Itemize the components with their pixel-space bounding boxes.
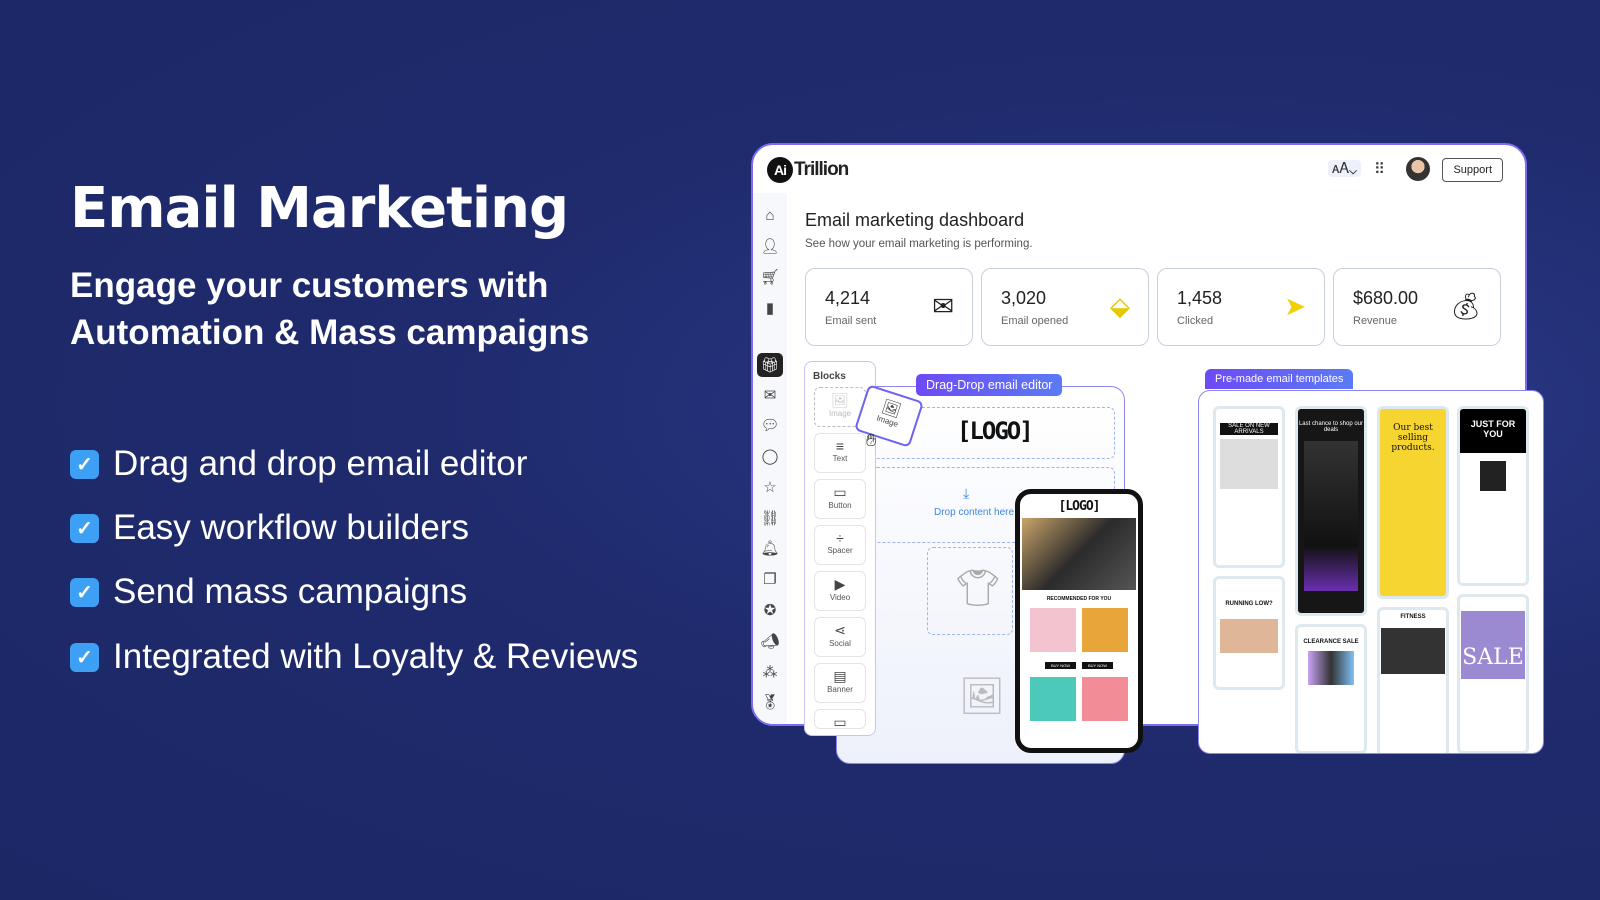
bell-icon[interactable]: 🔔︎ bbox=[760, 539, 780, 557]
badge-icon[interactable]: ✪ bbox=[760, 601, 780, 619]
stat-label: Clicked bbox=[1177, 315, 1214, 327]
template-card[interactable]: Last chance to shop our deals bbox=[1295, 406, 1367, 616]
grab-cursor-icon: ✋︎ bbox=[866, 430, 877, 450]
stat-label: Email opened bbox=[1001, 315, 1069, 327]
network-icon[interactable]: ⁂ bbox=[760, 663, 780, 681]
checkbox-icon: ✓ bbox=[70, 449, 99, 479]
logo-text: Trillion bbox=[794, 159, 849, 180]
checkbox-icon: ✓ bbox=[70, 642, 99, 672]
megaphone-icon[interactable]: 📣︎ bbox=[760, 632, 780, 650]
template-card[interactable]: FITNESS bbox=[1377, 607, 1449, 753]
phone-logo: [LOGO] bbox=[1058, 499, 1101, 514]
user-icon[interactable]: 👤︎ bbox=[760, 237, 780, 255]
cursor-click-icon: ➤ bbox=[1284, 291, 1306, 321]
page-subtitle: See how your email marketing is performi… bbox=[805, 238, 1033, 250]
stat-value: 1,458 bbox=[1177, 288, 1223, 308]
checkbox-icon: ✓ bbox=[70, 577, 99, 607]
feature-label: Easy workflow builders bbox=[113, 508, 469, 547]
block-button[interactable]: ▭ Button bbox=[814, 479, 866, 519]
block-video[interactable]: ▶ Video bbox=[814, 571, 866, 611]
chat-icon[interactable]: 💬︎ bbox=[760, 416, 780, 434]
feature-label: Drag and drop email editor bbox=[113, 444, 528, 483]
feature-item: ✓ Send mass campaigns bbox=[70, 572, 467, 612]
star-icon[interactable]: ☆ bbox=[760, 478, 780, 496]
feature-label: Integrated with Loyalty & Reviews bbox=[113, 637, 639, 676]
template-card[interactable]: JUST FOR YOU bbox=[1457, 406, 1529, 586]
logo: Ai Trillion bbox=[767, 157, 849, 183]
block-social[interactable]: ⋖ Social bbox=[814, 617, 866, 657]
mail-icon[interactable]: ✉ bbox=[760, 386, 780, 404]
hero-subtitle: Engage your customers with Automation & … bbox=[70, 266, 590, 352]
feature-item: ✓ Drag and drop email editor bbox=[70, 444, 527, 484]
logo-mark: Ai bbox=[767, 157, 793, 183]
hero-image bbox=[1022, 518, 1136, 590]
stat-value: 3,020 bbox=[1001, 288, 1047, 308]
page-title: Email marketing dashboard bbox=[805, 210, 1025, 230]
stat-card-revenue: $680.00 Revenue 💰︎ bbox=[1333, 268, 1501, 346]
block-more[interactable]: ▭ bbox=[814, 709, 866, 730]
home-icon[interactable]: ⌂ bbox=[760, 207, 780, 224]
templates-tag: Pre-made email templates bbox=[1205, 369, 1354, 389]
logo-placeholder: [LOGO] bbox=[957, 417, 1034, 445]
template-card[interactable]: CLEARANCE SALE bbox=[1295, 624, 1367, 753]
cart-icon[interactable]: 🛒︎ bbox=[760, 268, 780, 286]
apps-grid-icon[interactable]: ⠿ bbox=[1374, 160, 1385, 178]
envelope-check-icon: ✉ bbox=[932, 291, 954, 321]
envelope-open-icon: ⬙ bbox=[1110, 291, 1130, 321]
block-banner[interactable]: ▤ Banner bbox=[814, 663, 866, 703]
whatsapp-icon[interactable]: ◯ bbox=[760, 447, 780, 465]
pages-icon[interactable]: ❐ bbox=[760, 570, 780, 588]
feature-item: ✓ Easy workflow builders bbox=[70, 508, 469, 548]
template-card[interactable]: RUNNING LOW? bbox=[1213, 576, 1285, 690]
stat-card-clicked: 1,458 Clicked ➤ bbox=[1157, 268, 1325, 346]
stat-label: Email sent bbox=[825, 315, 877, 327]
workflow-icon[interactable]: ⛓ bbox=[760, 509, 780, 527]
checkbox-icon: ✓ bbox=[70, 513, 99, 543]
stat-value: $680.00 bbox=[1353, 288, 1419, 308]
feature-label: Send mass campaigns bbox=[113, 572, 468, 611]
translate-icon[interactable]: 🗚⌄ bbox=[1328, 160, 1362, 177]
sidebar: ⌂ 👤︎ 🛒︎ ▮ 🎁︎ ✉ 💬︎ ◯ ☆ ⛓ 🔔︎ ❐ ✪ 📣︎ ⁂ 🏅︎ bbox=[753, 193, 787, 724]
award-icon[interactable]: 🏅︎ bbox=[760, 693, 780, 711]
stat-value: 4,214 bbox=[825, 288, 871, 308]
stat-label: Revenue bbox=[1353, 315, 1398, 327]
download-icon: ⤓ bbox=[963, 485, 970, 501]
stat-card-email-opened: 3,020 Email opened ⬙ bbox=[981, 268, 1149, 346]
editor-tag: Drag-Drop email editor bbox=[916, 374, 1063, 396]
avatar[interactable] bbox=[1406, 157, 1430, 181]
template-card[interactable]: SALE bbox=[1457, 594, 1529, 753]
phone-preview: [LOGO] RECOMMENDED FOR YOU BUY NOW BUY NO… bbox=[1015, 489, 1143, 753]
money-bag-icon: 💰︎ bbox=[1448, 291, 1482, 321]
stat-card-email-sent: 4,214 Email sent ✉ bbox=[805, 268, 973, 346]
chart-icon[interactable]: ▮ bbox=[760, 299, 780, 317]
phone-section-title: RECOMMENDED FOR YOU bbox=[1046, 596, 1112, 602]
feature-item: ✓ Integrated with Loyalty & Reviews bbox=[70, 637, 638, 677]
drop-label: Drop content here bbox=[934, 507, 1015, 518]
template-card[interactable]: Our best selling products. bbox=[1377, 406, 1449, 599]
block-text[interactable]: ≡ Text bbox=[814, 433, 866, 473]
template-card[interactable]: SALE ON NEW ARRIVALS bbox=[1213, 406, 1285, 568]
blocks-title: Blocks bbox=[813, 371, 846, 382]
block-spacer[interactable]: ÷ Spacer bbox=[814, 525, 866, 565]
templates-panel: SALE ON NEW ARRIVALS Last chance to shop… bbox=[1198, 390, 1544, 754]
tshirt-icon: 👕︎ bbox=[955, 567, 1001, 608]
image-placeholder-icon: 🖼︎ bbox=[959, 675, 1005, 716]
hero-title: Email Marketing bbox=[70, 176, 569, 241]
support-button[interactable]: Support bbox=[1442, 158, 1503, 182]
gift-icon[interactable]: 🎁︎ bbox=[757, 353, 783, 377]
